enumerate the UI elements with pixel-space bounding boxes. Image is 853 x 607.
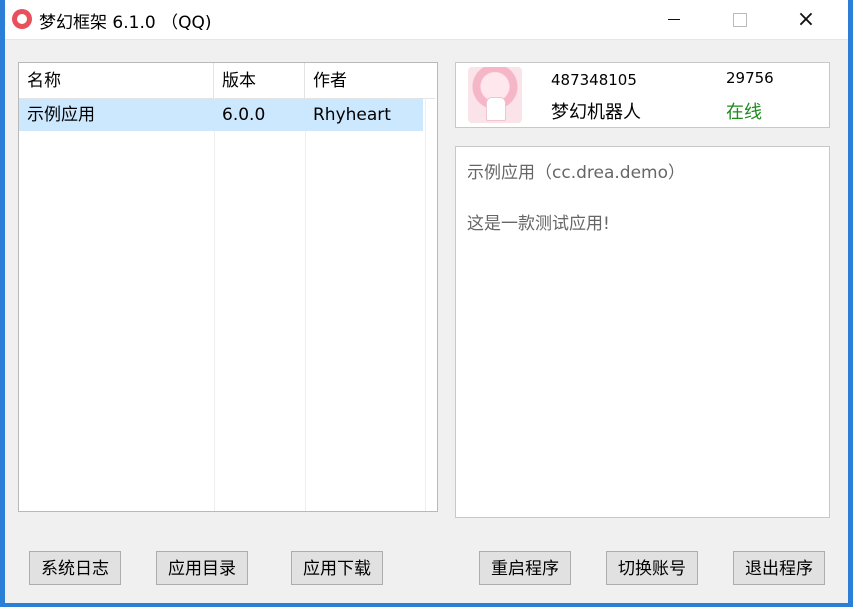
app-directory-button[interactable]: 应用目录 [156, 551, 248, 585]
column-divider [425, 98, 426, 511]
minimize-button[interactable] [651, 0, 697, 39]
status-badge: 在线 [726, 102, 762, 123]
detail-description: 这是一款测试应用! [467, 214, 610, 234]
title-bar[interactable]: 梦幻框架 6.1.0 （QQ) × [5, 0, 848, 40]
table-row[interactable]: 示例应用 6.0.0 Rhyheart [19, 99, 423, 131]
column-divider [214, 98, 215, 511]
column-header-name[interactable]: 名称 [19, 63, 214, 98]
switch-account-button[interactable]: 切换账号 [606, 551, 698, 585]
exit-button[interactable]: 退出程序 [733, 551, 825, 585]
account-panel: 487348105 29756 梦幻机器人 在线 [455, 62, 830, 128]
maximize-icon [733, 12, 747, 27]
cell-app-name: 示例应用 [27, 105, 95, 125]
restart-button[interactable]: 重启程序 [479, 551, 571, 585]
system-log-button[interactable]: 系统日志 [29, 551, 121, 585]
window-title: 梦幻框架 6.1.0 （QQ) [39, 13, 212, 33]
app-list[interactable]: 名称 版本 作者 示例应用 6.0.0 Rhyheart [18, 62, 438, 512]
column-header-version[interactable]: 版本 [214, 63, 305, 98]
account-nickname: 梦幻机器人 [551, 102, 641, 123]
avatar [468, 67, 522, 123]
cell-app-version: 6.0.0 [222, 105, 266, 125]
detail-title: 示例应用（cc.drea.demo） [467, 163, 685, 183]
app-logo-icon [12, 9, 32, 29]
cell-app-author: Rhyheart [313, 105, 391, 125]
column-header-author[interactable]: 作者 [305, 63, 425, 98]
close-icon: × [796, 6, 816, 32]
app-detail-panel: 示例应用（cc.drea.demo） 这是一款测试应用! [455, 146, 830, 518]
app-download-button[interactable]: 应用下载 [291, 551, 383, 585]
maximize-button[interactable] [717, 0, 763, 39]
account-qq-number: 487348105 [551, 71, 637, 89]
column-divider [305, 98, 306, 511]
account-count: 29756 [726, 69, 774, 87]
list-header: 名称 版本 作者 [19, 63, 435, 99]
minimize-icon [668, 19, 680, 20]
app-window: 梦幻框架 6.1.0 （QQ) × 名称 版本 作者 示例应用 6.0.0 Rh… [0, 0, 853, 607]
close-button[interactable]: × [783, 0, 829, 39]
